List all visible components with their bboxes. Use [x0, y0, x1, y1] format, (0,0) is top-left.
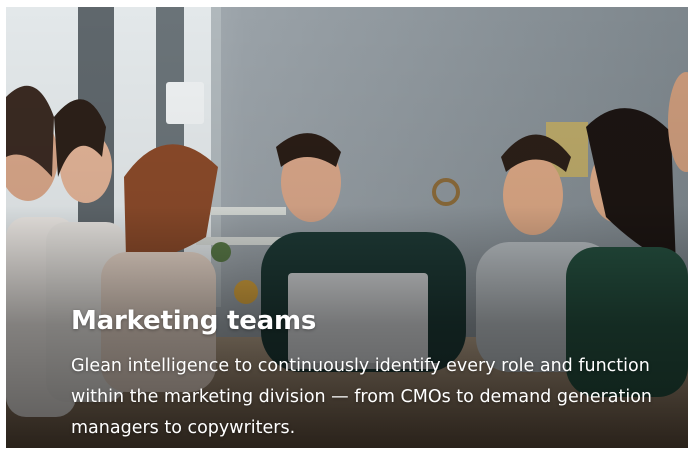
feature-card: Marketing teams Glean intelligence to co… — [6, 7, 688, 448]
card-title: Marketing teams — [71, 306, 317, 336]
card-caption: Marketing teams Glean intelligence to co… — [71, 303, 671, 444]
card-description: Glean intelligence to continuously ident… — [71, 356, 653, 438]
